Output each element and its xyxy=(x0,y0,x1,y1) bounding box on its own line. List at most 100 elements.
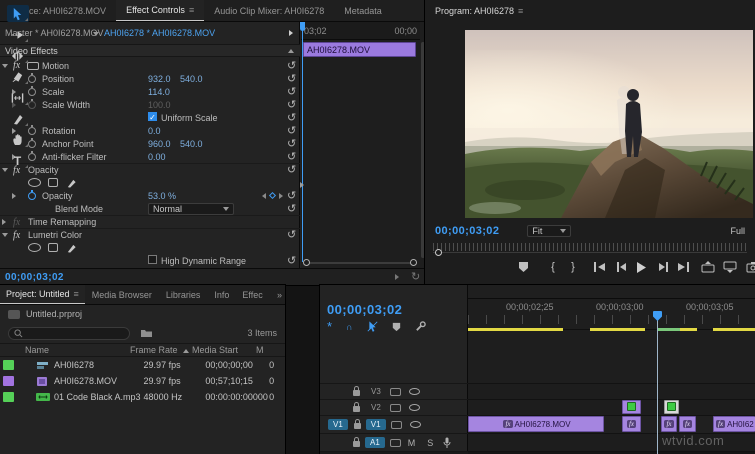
panel-menu-icon[interactable]: ≡ xyxy=(518,6,523,16)
panel-menu-icon[interactable]: ≡ xyxy=(74,289,79,299)
pen-tool[interactable] xyxy=(7,110,29,127)
timeline-timecode[interactable]: 00;00;03;02 xyxy=(327,302,402,317)
anchor-x-value[interactable]: 960.0 xyxy=(148,139,171,149)
track-lane-v3[interactable] xyxy=(468,383,755,399)
razor-tool[interactable] xyxy=(7,68,29,85)
opacity-effect-header[interactable]: fx Opacity ↺ xyxy=(0,163,300,176)
mute-button[interactable]: M xyxy=(408,438,416,448)
tab-project[interactable]: Project: Untitled ≡ xyxy=(0,285,85,304)
nest-sequence-icon[interactable]: * xyxy=(327,320,332,333)
project-file-name[interactable]: Untitled.prproj xyxy=(26,309,82,319)
opacity-stopwatch-icon[interactable] xyxy=(28,189,36,200)
reset-scale-icon[interactable]: ↺ xyxy=(287,86,296,97)
reset-blend-mode-icon[interactable]: ↺ xyxy=(287,203,296,214)
sequence-clip-label[interactable]: AH0I6278 * AH0I6278.MOV xyxy=(104,28,215,38)
ec-playhead-line[interactable] xyxy=(302,22,303,262)
ec-current-timecode[interactable]: 00;00;03;02 xyxy=(5,272,64,283)
next-keyframe-icon[interactable] xyxy=(279,192,283,199)
program-video-viewer[interactable] xyxy=(465,30,753,218)
column-frame-rate[interactable]: Frame Rate xyxy=(130,345,192,355)
timeline-playhead-line[interactable] xyxy=(657,312,658,454)
track-output-eye-icon[interactable] xyxy=(409,421,421,428)
tab-libraries[interactable]: Libraries xyxy=(159,285,208,304)
play-button[interactable] xyxy=(631,258,651,276)
lock-icon[interactable] xyxy=(353,402,360,412)
reset-opacity-value-icon[interactable]: ↺ xyxy=(287,190,296,201)
lock-icon[interactable] xyxy=(353,419,361,429)
position-y-value[interactable]: 540.0 xyxy=(180,74,203,84)
pen-mask-icon[interactable] xyxy=(66,243,77,254)
solo-button[interactable]: S xyxy=(427,438,433,448)
lumetri-header[interactable]: fx Lumetri Color ↺ xyxy=(0,228,300,241)
label-color-chip[interactable] xyxy=(3,392,14,402)
add-keyframe-icon[interactable] xyxy=(268,191,277,200)
selection-tool[interactable] xyxy=(6,5,29,22)
prev-keyframe-icon[interactable] xyxy=(262,192,266,199)
time-remapping-header[interactable]: fx Time Remapping xyxy=(0,215,300,228)
panel-menu-icon[interactable]: ≡ xyxy=(189,5,194,15)
export-frame-button[interactable] xyxy=(743,258,755,276)
program-scrubber[interactable] xyxy=(433,243,747,251)
track-v2-label[interactable]: V2 xyxy=(366,402,386,413)
track-select-forward-tool[interactable] xyxy=(7,26,29,43)
ec-mini-ruler[interactable]: 03;02 00;00 xyxy=(301,22,420,40)
tab-audio-clip-mixer[interactable]: Audio Clip Mixer: AH0I6278 xyxy=(204,0,334,21)
source-patch-v1[interactable]: V1 xyxy=(328,419,348,430)
lift-button[interactable] xyxy=(698,258,718,276)
timeline-clip-v2[interactable] xyxy=(622,400,641,414)
column-name[interactable]: Name xyxy=(0,345,130,355)
sync-lock-icon[interactable] xyxy=(390,420,402,429)
lock-icon[interactable] xyxy=(353,437,360,447)
timeline-clip-v1-right[interactable]: fx AH0I62 xyxy=(713,416,755,432)
ripple-edit-tool[interactable] xyxy=(7,47,29,64)
track-v3-label[interactable]: V3 xyxy=(366,386,386,397)
tab-overflow-chevron[interactable]: » xyxy=(274,285,285,304)
label-color-chip[interactable] xyxy=(3,360,14,370)
program-playhead[interactable] xyxy=(435,249,442,256)
lock-icon[interactable] xyxy=(353,386,360,396)
reset-lumetri-icon[interactable]: ↺ xyxy=(287,230,296,241)
motion-disclosure-icon[interactable] xyxy=(2,63,8,68)
tab-info[interactable]: Info xyxy=(207,285,236,304)
reset-anchor-icon[interactable]: ↺ xyxy=(287,138,296,149)
ellipse-mask-icon[interactable] xyxy=(28,178,41,187)
tab-metadata[interactable]: Metadata xyxy=(334,0,392,21)
position-stopwatch-icon[interactable] xyxy=(28,72,36,83)
column-media-end[interactable]: M xyxy=(256,345,272,355)
tab-effect-controls[interactable]: Effect Controls ≡ xyxy=(116,0,205,21)
reset-scale-width-icon[interactable]: ↺ xyxy=(287,99,296,110)
splitter-arrow-icon[interactable] xyxy=(300,182,304,188)
pen-mask-icon[interactable] xyxy=(66,178,77,189)
mark-in-button[interactable]: { xyxy=(543,258,563,276)
ec-playhead-handle[interactable] xyxy=(300,22,305,31)
go-to-out-button[interactable] xyxy=(673,258,693,276)
reset-rotation-icon[interactable]: ↺ xyxy=(287,125,296,136)
tab-program-monitor[interactable]: Program: AH0I6278 ≡ xyxy=(425,0,533,22)
project-row-audio-clip[interactable]: 01 Code Black A.mp3 48000 Hz 00:00:00:00… xyxy=(0,389,285,405)
step-forward-button[interactable] xyxy=(653,258,673,276)
linked-selection-icon[interactable] xyxy=(367,321,378,332)
timeline-settings-wrench-icon[interactable] xyxy=(415,321,426,332)
anchor-y-value[interactable]: 540.0 xyxy=(180,139,203,149)
ec-mini-clip[interactable]: AH0I6278.MOV xyxy=(303,42,416,57)
opacity-value-disclosure-icon[interactable] xyxy=(12,192,16,199)
search-input[interactable] xyxy=(27,327,117,339)
play-audio-icon[interactable] xyxy=(394,274,399,280)
go-to-in-button[interactable] xyxy=(589,258,609,276)
tab-media-browser[interactable]: Media Browser xyxy=(85,285,159,304)
hdr-checkbox[interactable] xyxy=(148,255,157,264)
master-dropdown-icon[interactable] xyxy=(93,32,99,36)
track-output-eye-icon[interactable] xyxy=(408,388,420,395)
playback-resolution-select[interactable]: Full xyxy=(730,226,745,236)
hand-tool[interactable] xyxy=(7,131,29,148)
track-v1-label[interactable]: V1 xyxy=(365,419,386,430)
rect-mask-icon[interactable] xyxy=(48,243,58,252)
rotation-stopwatch-icon[interactable] xyxy=(28,124,36,135)
voiceover-mic-icon[interactable] xyxy=(443,437,451,448)
reset-motion-icon[interactable]: ↺ xyxy=(287,60,296,71)
loop-icon[interactable]: ↺ xyxy=(411,271,420,283)
mark-out-button[interactable]: } xyxy=(563,258,583,276)
sync-lock-icon[interactable] xyxy=(389,387,401,396)
reset-antiflicker-icon[interactable]: ↺ xyxy=(287,151,296,162)
sync-lock-icon[interactable] xyxy=(389,438,401,447)
